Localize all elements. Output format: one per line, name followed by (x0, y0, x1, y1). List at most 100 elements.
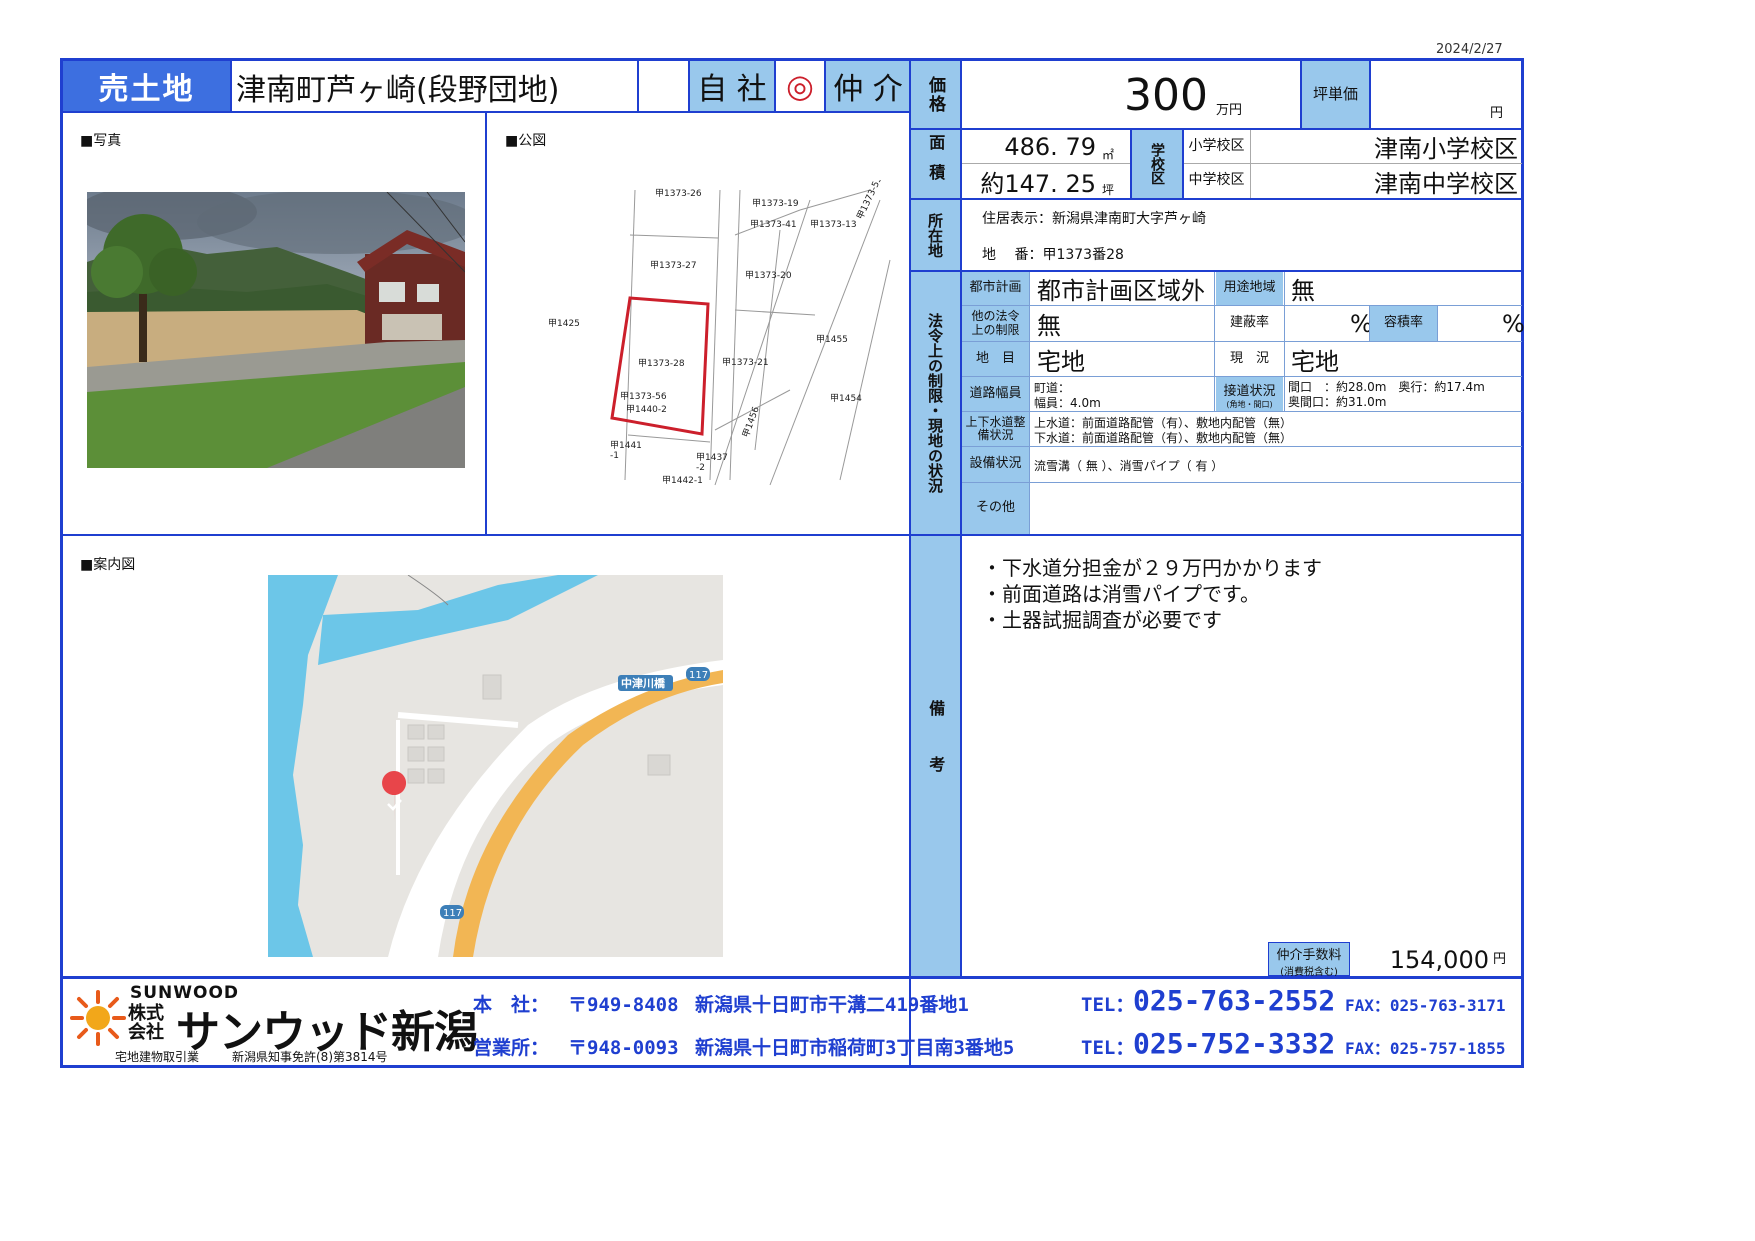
plat-lot: 甲1441 (610, 440, 642, 451)
tsubo-price-label: 坪単価 (1302, 61, 1369, 128)
far-unit: % (1502, 310, 1525, 338)
location-label: 所在地 (911, 200, 960, 270)
access-label-cell: 接道状況 (角地・間口) (1216, 377, 1283, 411)
remark-line: ・前面道路は消雪パイプです。 (982, 582, 1260, 606)
hq-zip: 〒949-8408 (568, 994, 679, 1016)
plat-lot: 甲1373-26 (655, 188, 702, 199)
hq-address: 新潟県十日町市干溝二419番地1 (695, 994, 969, 1016)
property-name: 津南町芦ヶ崎(段野団地) (236, 72, 560, 108)
remark-line: ・下水道分担金が２９万円かかります (982, 556, 1322, 580)
plat-lot: 甲1373-27 (650, 260, 697, 271)
plat-lot: 甲1373-13 (810, 219, 857, 230)
property-photo (87, 192, 465, 468)
plat-lot: 甲1455 (816, 334, 848, 345)
plat-lot: 甲1373-19 (752, 198, 799, 209)
plat-lot: 甲1440-2 (626, 404, 667, 415)
map-route-label: 117 (689, 670, 708, 681)
location-pin-icon (382, 771, 407, 823)
fee-value: 154,000 (1389, 946, 1489, 974)
fee-value-cell: 154,000 円 (1350, 942, 1520, 976)
location-address: 住居表示：新潟県津南町大字芦ヶ崎 (982, 211, 1206, 227)
elementary-value: 津南小学校区 (1374, 135, 1518, 163)
price-unit: 万円 (1215, 103, 1242, 118)
plat-lot: 甲1425 (548, 318, 580, 329)
own-company-cell: 自 社 (690, 61, 774, 111)
hq-label: 本 社： (473, 994, 550, 1016)
branch-tel-label: TEL： (1081, 1037, 1135, 1059)
guide-map[interactable]: 中津川橋 117 117 (268, 575, 723, 957)
category-badge: 売土地 (63, 61, 230, 111)
document-date: 2024/2/27 (1436, 42, 1503, 57)
area-label-cell: 面積 (911, 130, 960, 198)
plat-lot: 甲1373-20 (745, 270, 792, 281)
hq-tel-label: TEL： (1081, 994, 1135, 1016)
company-logo-sun-icon (70, 990, 126, 1046)
area-sqm-unit: ㎡ (1101, 148, 1114, 162)
remark-line: ・土器試掘調査が必要です (982, 608, 1222, 632)
branch-address: 新潟県十日町市稲荷町3丁目南3番地5 (695, 1037, 1015, 1059)
area-label: 面積 (926, 134, 946, 194)
branch-label: 営業所： (473, 1037, 550, 1059)
broker-cell: 仲 介 (826, 61, 910, 111)
tsubo-price-unit: 円 (1490, 106, 1504, 121)
plat-lot: -1 (610, 451, 619, 461)
other-law-value: 無 (1037, 312, 1061, 340)
far-label: 容積率 (1370, 306, 1437, 341)
water-line2: 下水道：前面道路配管（有）、敷地内配管（無） (1034, 431, 1293, 445)
fee-label-cell: 仲介手数料 (消費税含む) (1268, 942, 1350, 978)
area-sqm: 486. 79 ㎡ (962, 130, 1130, 163)
land-category-value: 宅地 (1037, 347, 1085, 376)
other-law-label: 他の法令上の制限 (962, 306, 1029, 341)
map-route-label: 117 (443, 908, 462, 919)
plat-lot: 甲1373-41 (750, 219, 797, 230)
hq-tel[interactable]: 025-763-2552 (1133, 984, 1335, 1017)
water-label: 上下水道整備状況 (962, 412, 1029, 446)
city-plan-value: 都市計画区域外 (1037, 277, 1205, 305)
legal-section-label: 法令上の制限・現地の状況 (911, 272, 960, 534)
facility-value: 流雪溝（ 無 ）、消雪パイプ（ 有 ） (1034, 459, 1224, 473)
plat-lot: 甲1373-28 (638, 358, 685, 369)
other-label: その他 (962, 483, 1029, 534)
school-label: 学校区 (1132, 130, 1182, 198)
price-value: 300 万円 (962, 61, 1300, 128)
city-plan-label: 都市計画 (962, 272, 1029, 305)
current-label: 現 況 (1229, 350, 1269, 366)
map-bridge-label: 中津川橋 (621, 676, 666, 690)
land-category-label: 地 目 (962, 342, 1029, 376)
fee-unit: 円 (1492, 952, 1506, 967)
use-zone-label: 用途地域 (1216, 272, 1283, 305)
hq-fax: FAX：025-763-3171 (1345, 996, 1506, 1015)
remarks-list: ・下水道分担金が２９万円かかります ・前面道路は消雪パイプです。 ・土器試掘調査… (982, 555, 1322, 633)
plat-lot: 甲1373-56 (620, 391, 667, 402)
road-width-label: 道路幅員 (962, 377, 1029, 411)
coverage-label: 建蔽率 (1229, 315, 1269, 331)
area-tsubo-value: 約147. 25 (980, 169, 1096, 198)
access-sublabel: (角地・間口) (1226, 400, 1273, 409)
plat-lot: 甲1442-1 (662, 475, 703, 486)
photo-panel-label: ■写真 (80, 133, 122, 149)
branch-zip: 〒948-0093 (568, 1037, 679, 1059)
license-type: 宅地建物取引業 (115, 1050, 200, 1064)
hq-row: 本 社： 〒949-8408 新潟県十日町市干溝二419番地1 TEL： 025… (473, 984, 1513, 1017)
price-label: 価格 (911, 61, 960, 128)
plat-map: 甲1373-26 甲1373-19 甲1373-41 甲1373-13 甲137… (540, 174, 900, 490)
branch-tel[interactable]: 025-752-3332 (1133, 1027, 1335, 1060)
plat-lot: 甲1454 (830, 393, 862, 404)
license-number: 新潟県知事免許(8)第3814号 (232, 1050, 388, 1064)
facility-label: 設備状況 (962, 447, 1029, 482)
branch-fax: FAX：025-757-1855 (1345, 1039, 1506, 1058)
plat-panel-label: ■公図 (505, 133, 547, 149)
fee-label: 仲介手数料 (1276, 948, 1342, 963)
area-tsubo: 約147. 25 坪 (962, 164, 1130, 198)
own-company-label: 自 社 (697, 72, 767, 107)
branch-row: 営業所： 〒948-0093 新潟県十日町市稲荷町3丁目南3番地5 TEL： 0… (473, 1027, 1513, 1060)
category-label: 売土地 (98, 72, 195, 107)
use-zone-value: 無 (1291, 277, 1315, 305)
access-label: 接道状況 (1223, 384, 1276, 399)
map-panel-label: ■案内図 (80, 557, 136, 573)
remarks-label-cell: 備考 (911, 536, 960, 976)
broker-label: 仲 介 (833, 72, 903, 107)
company-kabushiki: 株式会社 (128, 1003, 164, 1043)
area-sqm-value: 486. 79 (1004, 132, 1096, 161)
road-line2: 幅員：4.0m (1034, 396, 1101, 410)
